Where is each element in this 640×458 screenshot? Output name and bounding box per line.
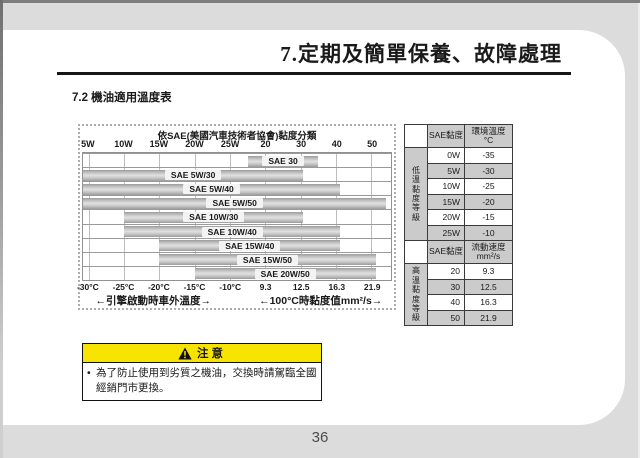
bar-label: SAE 15W/50 [237, 255, 298, 265]
row-group-label-high-temp: 高溫黏度等級 [405, 264, 428, 326]
oil-grade-bar: SAE 5W/40 [83, 184, 340, 195]
bar-label: SAE 20W/50 [255, 269, 316, 279]
chart-row: SAE 5W/40 [83, 181, 391, 195]
table-cell: -10 [465, 225, 513, 241]
axis-label: 15W [150, 139, 169, 149]
chart-legend: ←引擎啟動時車外溫度→ ←100°C時黏度值mm²/s→ [82, 293, 392, 308]
axis-label: 50 [367, 139, 377, 149]
oil-grade-bar: SAE 10W/30 [124, 212, 303, 223]
high-temp-viscosity-table: SAE黏度 流動速度 mm²/s 高溫黏度等級 20 9.3 30 12.5 4… [404, 240, 513, 326]
legend-outside-temperature: ←引擎啟動時車外溫度→ [96, 293, 212, 308]
table-cell: 20W [428, 210, 465, 226]
oil-grade-bar: SAE 5W/30 [83, 170, 303, 181]
table-cell: 12.5 [465, 279, 513, 295]
oil-grade-bar: SAE 20W/50 [195, 268, 376, 279]
table-cell: -30 [465, 163, 513, 179]
table-cell: 16.3 [465, 295, 513, 311]
table-cell: 9.3 [465, 264, 513, 280]
oil-grade-bar: SAE 15W/40 [159, 240, 340, 251]
chart-row: SAE 20W/50 [83, 266, 391, 280]
axis-label: -15°C [184, 282, 206, 292]
axis-label: 5W [81, 139, 95, 149]
axis-label: 16.3 [329, 282, 346, 292]
bullet: • [87, 366, 96, 395]
table-cell: -35 [465, 148, 513, 164]
caution-text: 為了防止使用到劣質之機油，交換時請駕臨全國經銷門市更換。 [96, 366, 317, 395]
chart-bottom-axis: -30°C -25°C -20°C -15°C -10°C 9.3 12.5 1… [82, 282, 392, 293]
axis-label: -25°C [113, 282, 135, 292]
row-group-label-low-temp: 低溫黏度等級 [405, 148, 428, 241]
chart-plot-area: SAE 30 SAE 5W/30 SAE 5W/40 SAE 5W/50 SAE… [82, 152, 392, 281]
title-divider [57, 72, 571, 75]
column-header-sae: SAE黏度 [428, 241, 465, 264]
table-cell: 40 [428, 295, 465, 311]
axis-label: 40 [332, 139, 342, 149]
bar-label: SAE 30 [262, 156, 303, 166]
chart-row: SAE 5W/50 [83, 195, 391, 209]
oil-grade-bar: SAE 30 [248, 156, 319, 167]
bar-label: SAE 5W/40 [183, 184, 239, 194]
legend-viscosity-at-100c: ←100°C時黏度值mm²/s→ [259, 293, 382, 308]
page-top-edge [0, 0, 640, 3]
table-corner-cell [405, 125, 428, 148]
caution-header: 注意 [83, 344, 321, 363]
table-cell: 15W [428, 194, 465, 210]
sae-viscosity-chart: 依SAE(美國汽車技術者協會)黏度分類 5W 10W 15W 20W 25W 2… [78, 124, 396, 310]
chart-row: SAE 15W/40 [83, 238, 391, 252]
chart-row: SAE 10W/30 [83, 209, 391, 223]
bar-label: SAE 5W/50 [206, 198, 262, 208]
page-number: 36 [0, 429, 640, 446]
axis-label: 30 [296, 139, 306, 149]
bar-label: SAE 10W/40 [202, 227, 263, 237]
table-cell: 10W [428, 179, 465, 195]
column-header-kinematic-viscosity: 流動速度 mm²/s [465, 241, 513, 264]
low-temp-viscosity-table: SAE黏度 環境溫度 °C 低溫黏度等級 0W -35 5W -30 10W -… [404, 124, 513, 241]
table-cell: 50 [428, 310, 465, 326]
table-cell: -25 [465, 179, 513, 195]
caution-box: 注意 • 為了防止使用到劣質之機油，交換時請駕臨全國經銷門市更換。 [82, 343, 322, 401]
section-title: 7.2 機油適用溫度表 [72, 89, 172, 105]
axis-label: 9.3 [260, 282, 272, 292]
bar-label: SAE 10W/30 [183, 212, 244, 222]
table-cell: -20 [465, 194, 513, 210]
caution-header-label: 注意 [197, 345, 226, 361]
warning-icon [178, 347, 192, 360]
axis-label: -20°C [148, 282, 170, 292]
axis-label: 25W [221, 139, 240, 149]
oil-grade-bar: SAE 5W/50 [83, 198, 386, 209]
oil-grade-bar: SAE 10W/40 [124, 226, 340, 237]
table-cell: 21.9 [465, 310, 513, 326]
axis-label: 21.9 [364, 282, 381, 292]
chart-row: SAE 10W/40 [83, 224, 391, 238]
table-cell: 25W [428, 225, 465, 241]
table-cell: -15 [465, 210, 513, 226]
table-cell: 0W [428, 148, 465, 164]
table-cell: 20 [428, 264, 465, 280]
chart-row: SAE 30 [83, 153, 391, 167]
table-corner-cell [405, 241, 428, 264]
axis-label: -10°C [219, 282, 241, 292]
caution-body: • 為了防止使用到劣質之機油，交換時請駕臨全國經銷門市更換。 [83, 363, 321, 400]
viscosity-tables: SAE黏度 環境溫度 °C 低溫黏度等級 0W -35 5W -30 10W -… [404, 124, 512, 326]
table-cell: 5W [428, 163, 465, 179]
bar-label: SAE 5W/30 [165, 170, 221, 180]
bar-label: SAE 15W/40 [219, 241, 280, 251]
chart-top-axis: 5W 10W 15W 20W 25W 20 30 40 50 [82, 139, 392, 151]
column-header-ambient-temp: 環境溫度 °C [465, 125, 513, 148]
axis-label: 10W [114, 139, 133, 149]
page-title: 7.定期及簡單保養、故障處理 [280, 38, 562, 68]
axis-label: 20 [261, 139, 271, 149]
table-cell: 30 [428, 279, 465, 295]
axis-label: -30°C [77, 282, 99, 292]
column-header-sae: SAE黏度 [428, 125, 465, 148]
chart-row: SAE 5W/30 [83, 167, 391, 181]
axis-label: 20W [185, 139, 204, 149]
manual-page: 7.定期及簡單保養、故障處理 7.2 機油適用溫度表 依SAE(美國汽車技術者協… [0, 0, 640, 458]
chart-row: SAE 15W/50 [83, 252, 391, 266]
axis-label: 12.5 [293, 282, 310, 292]
oil-grade-bar: SAE 15W/50 [159, 254, 375, 265]
